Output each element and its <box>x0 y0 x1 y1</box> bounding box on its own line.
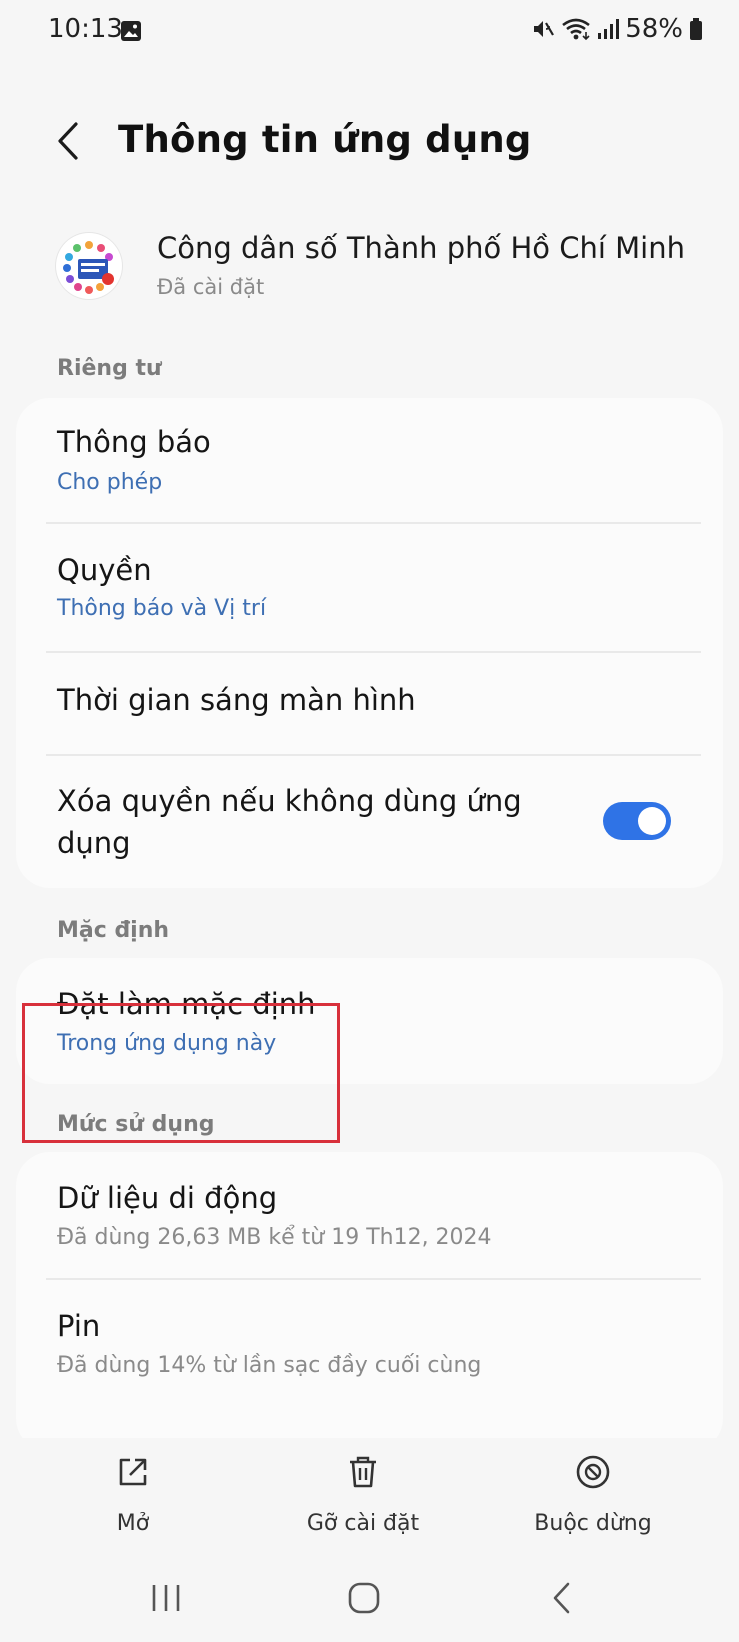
action-label: Buộc dừng <box>534 1511 652 1536</box>
row-title: Thông báo <box>57 425 211 459</box>
usage-card: Dữ liệu di động Đã dùng 26,63 MB kể từ 1… <box>16 1152 723 1452</box>
back-icon <box>550 1581 574 1619</box>
status-time: 10:13 <box>48 14 123 44</box>
home-icon <box>347 1581 381 1619</box>
status-icons: 58% <box>531 14 703 44</box>
force-stop-button[interactable]: Buộc dừng <box>503 1438 683 1558</box>
page-title: Thông tin ứng dụng <box>118 118 532 161</box>
remove-permissions-toggle[interactable] <box>603 802 671 840</box>
wifi-icon <box>561 17 591 41</box>
open-button[interactable]: Mở <box>43 1438 223 1558</box>
battery-icon <box>689 17 703 41</box>
row-title: Dữ liệu di động <box>57 1181 278 1215</box>
row-title: Quyền <box>57 553 152 587</box>
section-header-defaults: Mặc định <box>57 918 170 943</box>
uninstall-button[interactable]: Gỡ cài đặt <box>273 1438 453 1558</box>
app-info: Công dân số Thành phố Hồ Chí Minh Đã cài… <box>0 225 739 315</box>
row-title: Xóa quyền nếu không dùng ứng dụng <box>57 784 522 860</box>
force-stop-icon <box>573 1452 613 1492</box>
recents-button[interactable] <box>136 1575 196 1625</box>
toggle-knob <box>638 807 666 835</box>
system-nav-bar <box>0 1565 739 1642</box>
app-logo-icon <box>56 233 122 299</box>
mute-icon <box>531 17 555 41</box>
bottom-action-bar: Mở Gỡ cài đặt Buộc dừng <box>0 1438 739 1558</box>
row-subtitle: Đã dùng 26,63 MB kể từ 19 Th12, 2024 <box>57 1225 492 1250</box>
privacy-card: Thông báo Cho phép Quyền Thông báo và Vị… <box>16 398 723 888</box>
trash-icon <box>343 1452 383 1492</box>
row-subtitle: Đã dùng 14% từ lần sạc đầy cuối cùng <box>57 1353 482 1378</box>
app-install-status: Đã cài đặt <box>157 275 265 299</box>
back-chevron-icon <box>56 121 80 165</box>
home-button[interactable] <box>334 1575 394 1625</box>
header: Thông tin ứng dụng <box>0 100 739 190</box>
row-subtitle: Thông báo và Vị trí <box>57 596 267 621</box>
row-subtitle: Cho phép <box>57 470 163 495</box>
app-name: Công dân số Thành phố Hồ Chí Minh <box>157 231 685 265</box>
section-header-usage: Mức sử dụng <box>57 1112 215 1137</box>
section-header-privacy: Riêng tư <box>57 356 162 381</box>
open-external-icon <box>113 1452 153 1492</box>
row-mobile-data[interactable]: Dữ liệu di động Đã dùng 26,63 MB kể từ 1… <box>16 1152 723 1280</box>
row-remove-permissions[interactable]: Xóa quyền nếu không dùng ứng dụng <box>16 756 723 888</box>
row-battery[interactable]: Pin Đã dùng 14% từ lần sạc đầy cuối cùng <box>16 1280 723 1408</box>
action-label: Mở <box>116 1511 150 1536</box>
row-screen-time[interactable]: Thời gian sáng màn hình <box>16 653 723 755</box>
row-permissions[interactable]: Quyền Thông báo và Vị trí <box>16 524 723 652</box>
recents-icon <box>149 1583 183 1617</box>
gallery-icon <box>120 20 142 42</box>
battery-percent: 58% <box>625 14 683 44</box>
nav-back-button[interactable] <box>532 1575 592 1625</box>
signal-icon <box>597 17 620 41</box>
row-title: Pin <box>57 1309 101 1343</box>
action-label: Gỡ cài đặt <box>306 1511 420 1536</box>
back-button[interactable] <box>48 118 88 168</box>
row-notifications[interactable]: Thông báo Cho phép <box>16 398 723 524</box>
app-info-screen: 10:13 58% Thông tin ứng dụng Công dân số… <box>0 0 739 1642</box>
row-title: Thời gian sáng màn hình <box>57 683 416 717</box>
status-bar: 10:13 58% <box>0 0 739 62</box>
